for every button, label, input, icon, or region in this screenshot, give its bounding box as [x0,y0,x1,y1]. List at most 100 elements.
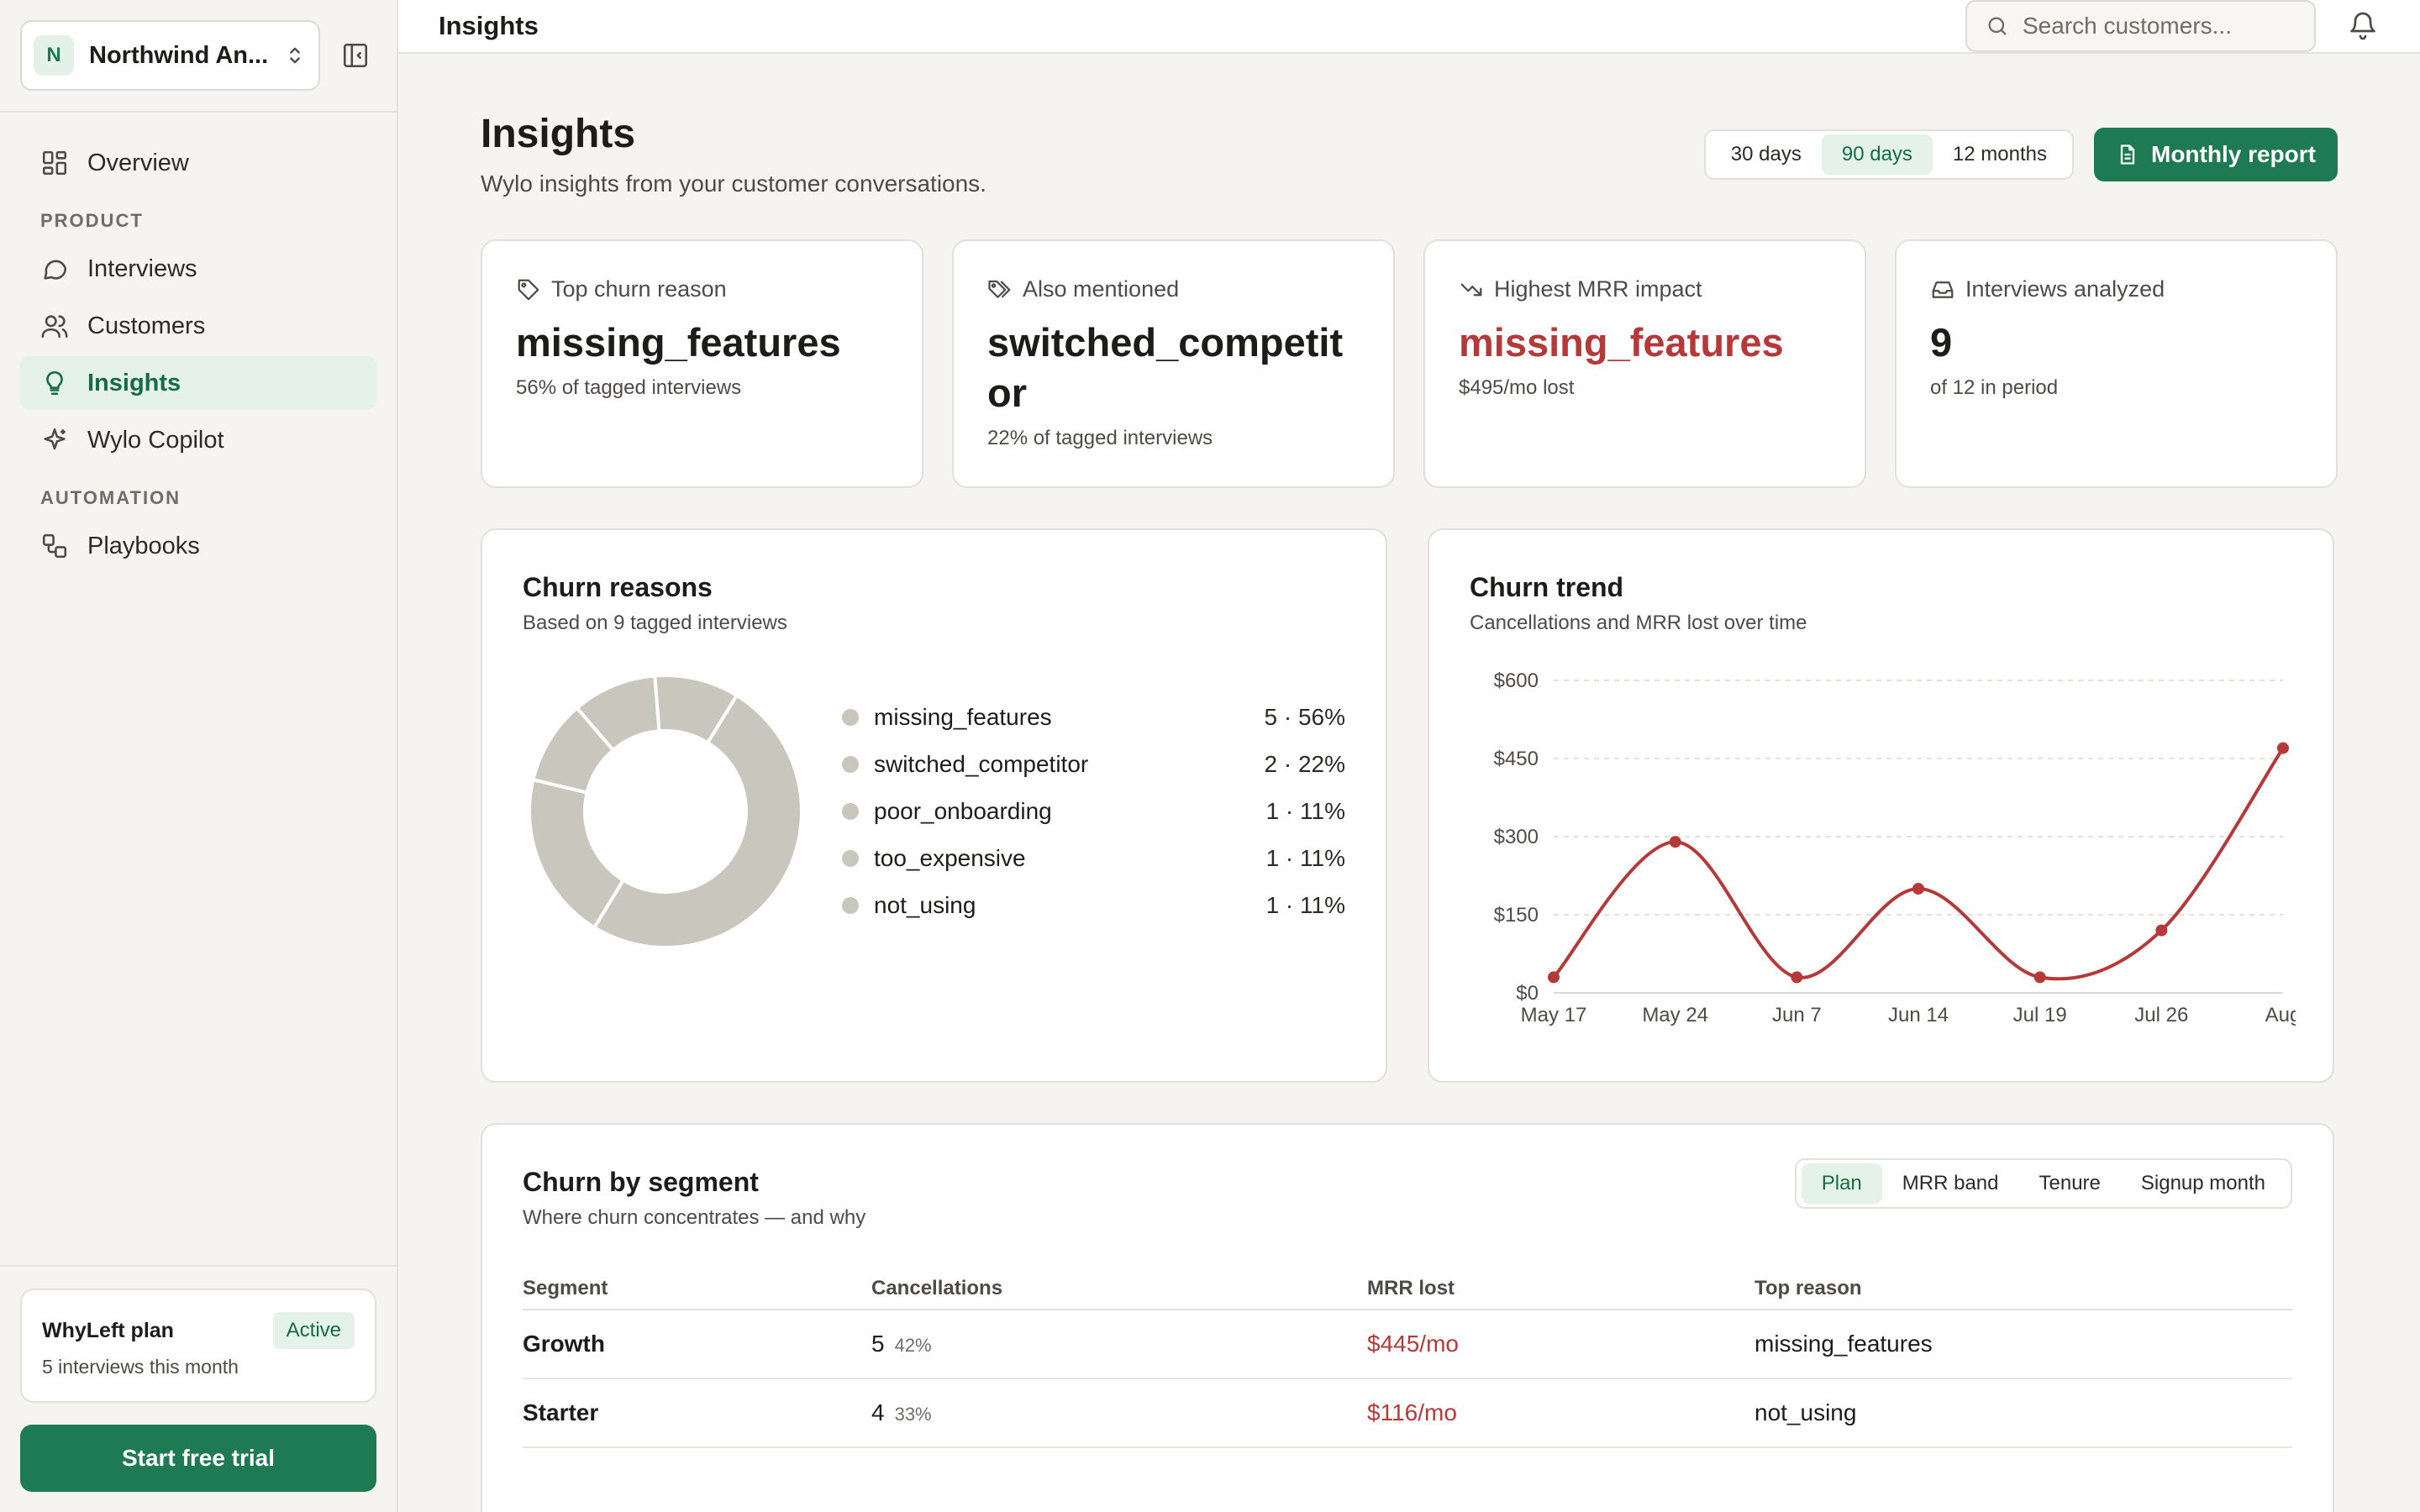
cancel-pct: 33% [894,1404,932,1425]
monthly-report-button[interactable]: Monthly report [2094,128,2338,181]
data-point[interactable] [1548,971,1560,984]
range-90-days[interactable]: 90 days [1821,134,1933,175]
nav-section-product: PRODUCT [40,210,144,231]
sidebar-item-customers[interactable]: Customers [20,299,376,353]
sidebar-item-label: Customers [87,312,206,339]
plan-header: WhyLeft plan Active [42,1312,355,1349]
data-point[interactable] [1791,971,1803,984]
column-header: Segment [523,1277,608,1299]
workflow-icon [42,533,67,559]
sidebar-divider [0,1265,397,1267]
kpi-value: switched_competitor [987,320,1344,415]
kpi-card-interviews: Interviews analyzed 9 of 12 in period [1895,239,2338,488]
sidebar-collapse-icon [343,43,368,68]
data-point[interactable] [2033,971,2046,984]
legend-value: 1 · 11% [1265,845,1345,871]
churn-by-segment-card: Churn by segment Where churn concentrate… [481,1123,2334,1512]
kpi-label-text: Also mentioned [1023,276,1180,302]
cancel-count: 4 [871,1399,885,1425]
kpi-value: missing_features [1459,320,1784,365]
x-tick-label: Jun 7 [1772,1004,1822,1026]
y-tick-label: $150 [1494,904,1539,927]
chart-legend: missing_features 5 · 56% switched_competit… [842,694,1345,929]
kpi-row: Top churn reason missing_features 56% of… [481,239,2338,488]
sidebar-item-overview[interactable]: Overview [20,136,376,190]
kpi-label-text: Top churn reason [551,276,727,302]
series-line [1552,747,2285,981]
kpi-label: Top churn reason [516,276,888,302]
tab-mrr-band[interactable]: MRR band [1882,1163,2019,1204]
page-title: Insights [481,112,636,156]
legend-swatch [842,756,859,773]
kpi-label: Also mentioned [987,276,1360,302]
kpi-card-also-mentioned: Also mentioned switched_competitor 22% o… [952,239,1395,488]
legend-item: poor_onboarding 1 · 11% [842,788,1345,835]
collapse-sidebar-button[interactable] [339,39,372,72]
inbox-icon [1932,281,1954,298]
workspace-row: N Northwind An... [0,0,397,91]
tab-plan[interactable]: Plan [1801,1163,1882,1204]
range-30-days[interactable]: 30 days [1711,134,1822,175]
data-point[interactable] [2155,924,2168,937]
sidebar: N Northwind An... Overview PRODUCT Inter… [0,0,398,1512]
x-tick-label: Aug [2265,1004,2296,1026]
sidebar-item-label: Playbooks [87,532,200,559]
legend-swatch [842,850,859,867]
sidebar-item-copilot[interactable]: Wylo Copilot [20,413,376,467]
sidebar-item-label: Overview [87,149,189,176]
search-input[interactable]: Search customers... [1965,0,2316,52]
bell-icon[interactable] [2348,11,2378,41]
search-icon [1988,17,2007,35]
card-title: Churn by segment [523,1167,759,1197]
sidebar-item-playbooks[interactable]: Playbooks [20,519,376,573]
workspace-switcher[interactable]: N Northwind An... [20,20,320,91]
topbar-title: Insights [439,11,539,40]
tab-signup-month[interactable]: Signup month [2121,1163,2286,1204]
segment-table: Segment Cancellations MRR lost Top reaso… [523,1268,2292,1448]
lightbulb-icon [46,370,63,396]
table-row[interactable]: Starter 4 33% $116/mo not_using [523,1379,2292,1448]
legend-item: too_expensive 1 · 11% [842,835,1345,882]
chat-bubble-icon [44,260,67,280]
cancel-pct: 42% [894,1335,932,1356]
monthly-report-label: Monthly report [2151,141,2316,167]
x-tick-label: May 24 [1642,1004,1708,1026]
data-point[interactable] [1669,836,1681,848]
legend-value: 2 · 22% [1264,751,1346,777]
card-subtitle: Where churn concentrates — and why [523,1206,866,1229]
cancellations-cell: 5 42% [871,1331,1367,1357]
legend-value: 1 · 11% [1265,892,1345,918]
data-point[interactable] [1912,883,1924,895]
legend-value: 5 · 56% [1264,704,1346,730]
legend-label: missing_features [874,704,1052,730]
range-12-months[interactable]: 12 months [1933,134,2067,175]
app-root: N Northwind An... Overview PRODUCT Inter… [0,0,2420,1512]
segment-tabs: Plan MRR band Tenure Signup month [1794,1158,2292,1209]
start-free-trial-button[interactable]: Start free trial [20,1425,376,1492]
kpi-label: Interviews analyzed [1930,276,2302,302]
document-icon [2120,144,2135,165]
tab-tenure[interactable]: Tenure [2019,1163,2121,1204]
grid-icon [42,150,67,176]
date-range-selector: 30 days 90 days 12 months [1703,129,2074,180]
data-point[interactable] [2277,742,2289,754]
nav-section-automation: AUTOMATION [40,487,182,508]
churn-reasons-donut-chart [528,674,803,949]
insights-content: Insights Wylo insights from your custome… [398,54,2420,1512]
top-reason-cell: not_using [1754,1399,1857,1425]
donut-slice-switched_competitor[interactable] [528,777,626,930]
legend-label: poor_onboarding [874,798,1052,824]
sidebar-item-interviews[interactable]: Interviews [20,242,376,296]
legend-swatch [842,897,859,914]
legend-item: switched_competitor 2 · 22% [842,741,1345,788]
search-placeholder: Search customers... [2023,13,2232,39]
y-tick-label: $450 [1494,748,1539,770]
sidebar-item-insights[interactable]: Insights [20,356,376,410]
workspace-name: Northwind An... [89,41,269,69]
x-tick-label: Jul 26 [2134,1004,2188,1026]
card-subtitle: Cancellations and MRR lost over time [1470,612,1807,634]
legend-label: not_using [874,892,976,918]
legend-item: missing_features 5 · 56% [842,694,1345,741]
kpi-sub: $495/mo lost [1459,376,1575,399]
table-row[interactable]: Growth 5 42% $445/mo missing_features [523,1310,2292,1379]
